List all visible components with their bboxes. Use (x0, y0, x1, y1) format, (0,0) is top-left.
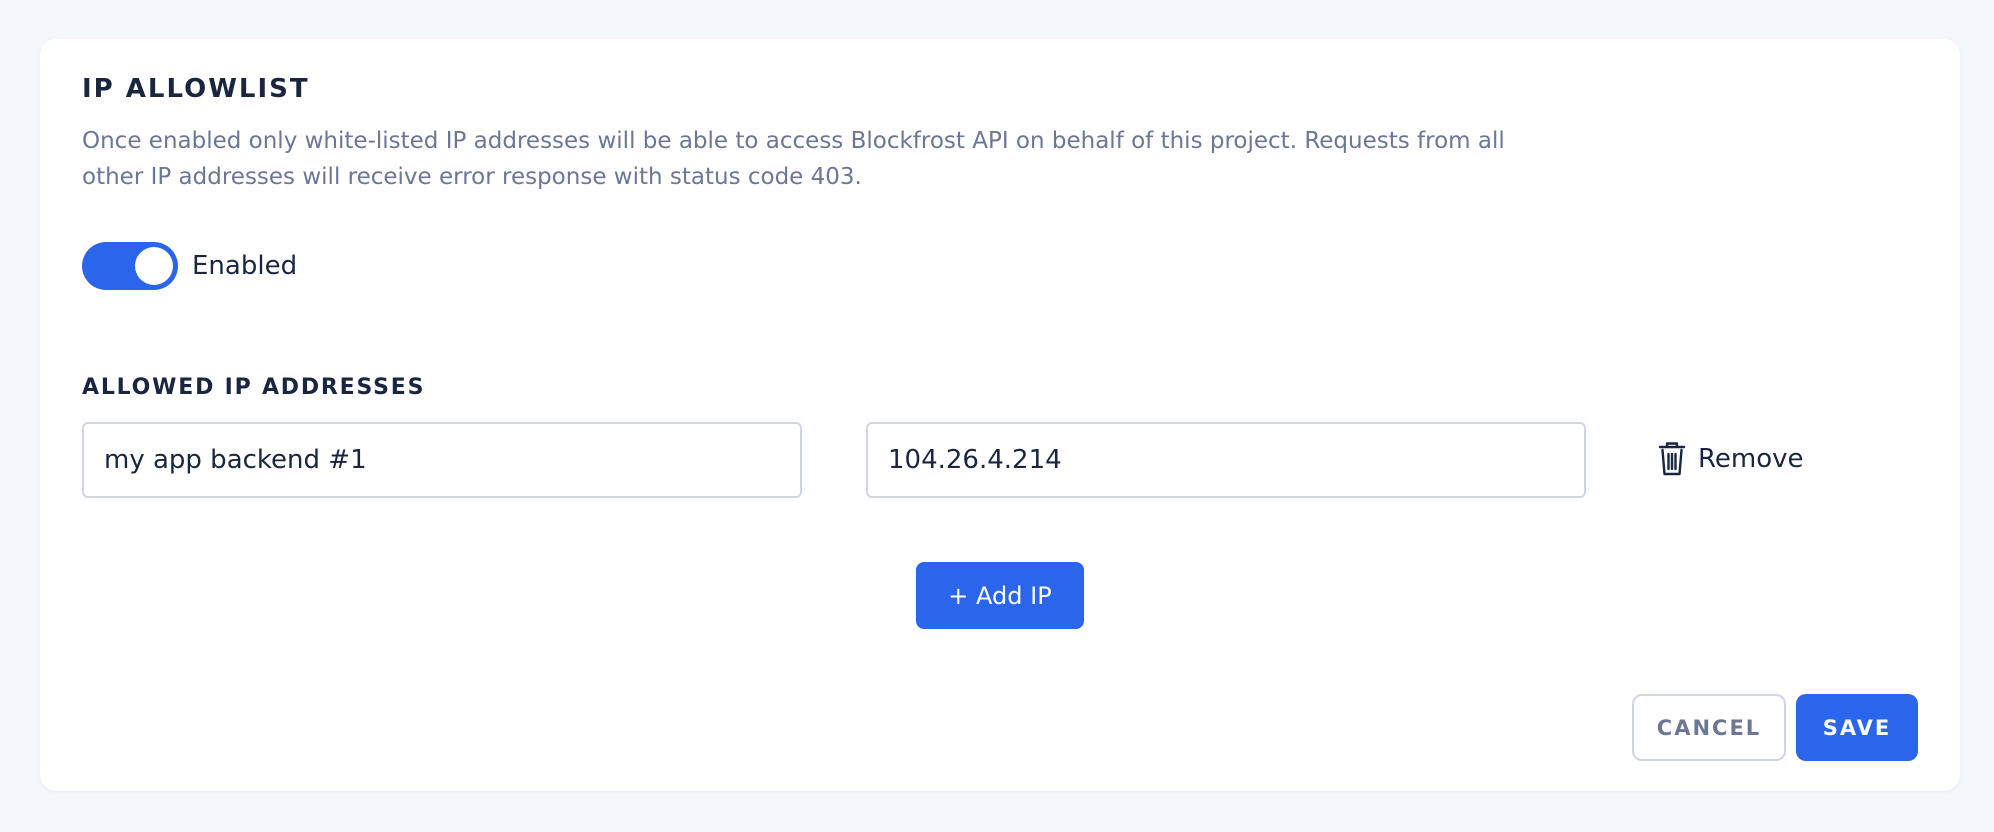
remove-label: Remove (1698, 444, 1804, 474)
enable-toggle[interactable] (82, 242, 178, 290)
enable-toggle-row[interactable]: Enabled (82, 242, 297, 290)
save-button[interactable]: SAVE (1796, 694, 1918, 761)
section-description: Once enabled only white-listed IP addres… (82, 128, 1505, 190)
toggle-knob (135, 247, 173, 285)
ip-name-input[interactable] (82, 422, 802, 498)
ip-allowlist-card: IP ALLOWLIST Once enabled only white-lis… (40, 39, 1960, 791)
cancel-button[interactable]: CANCEL (1632, 694, 1786, 761)
toggle-label: Enabled (192, 251, 298, 281)
ip-address-input[interactable] (866, 422, 1586, 498)
trash-icon (1656, 441, 1688, 477)
section-title: IP ALLOWLIST (82, 74, 310, 104)
add-ip-button[interactable]: + Add IP (916, 562, 1084, 629)
remove-ip-button[interactable]: Remove (1656, 441, 1804, 477)
allowed-ips-title: ALLOWED IP ADDRESSES (82, 375, 426, 400)
